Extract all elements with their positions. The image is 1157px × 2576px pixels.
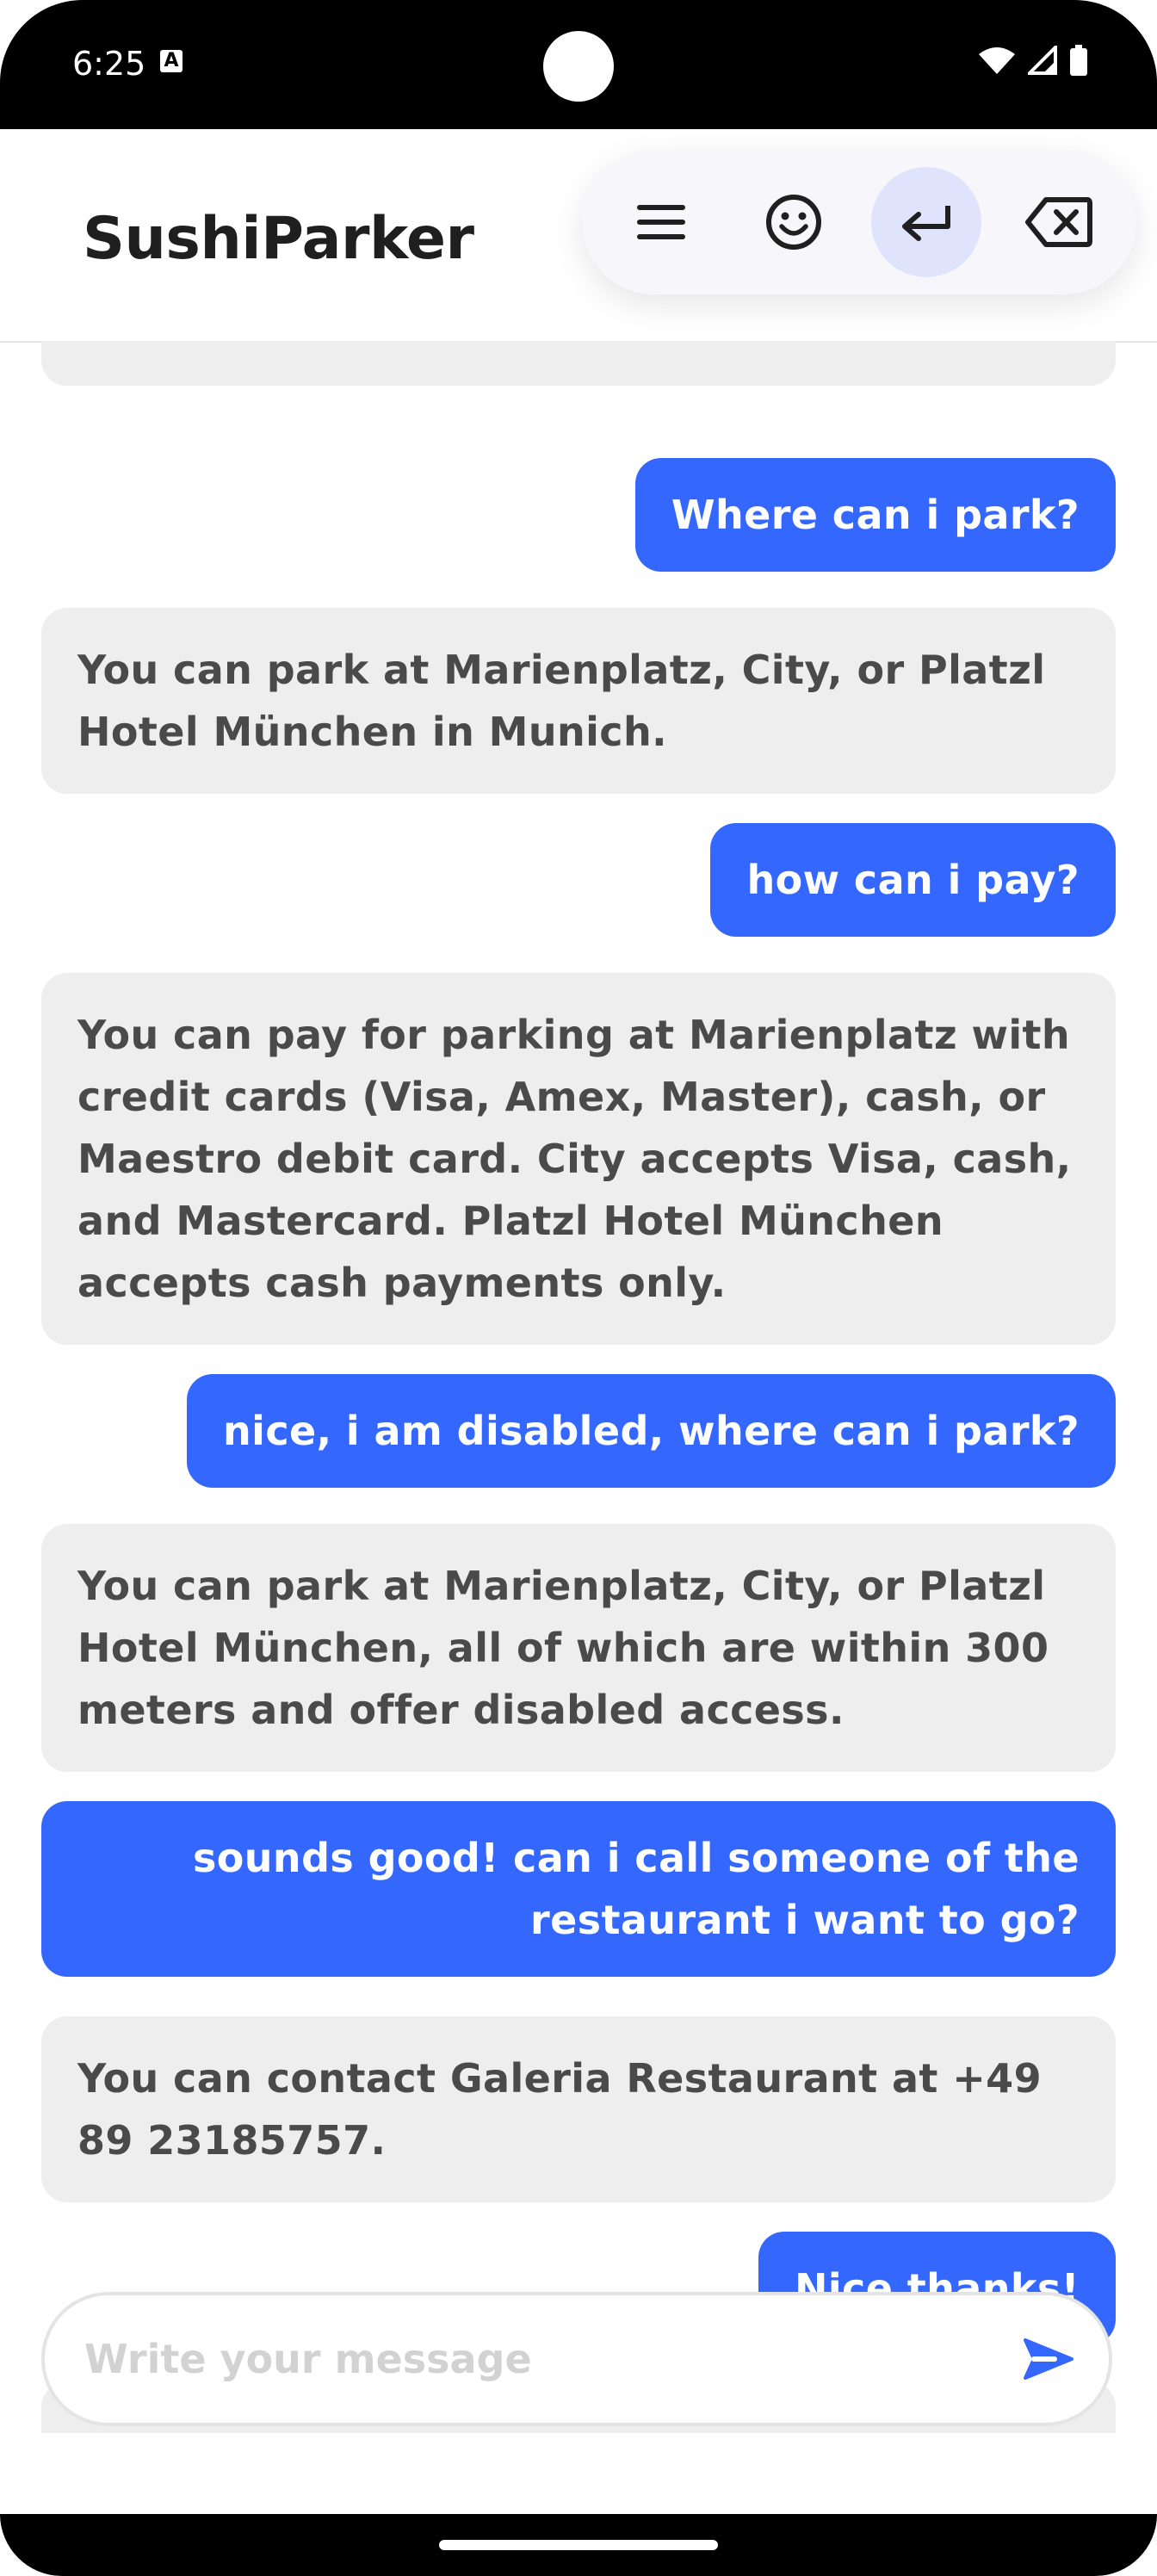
navigation-bar: [0, 2514, 1157, 2576]
send-icon: [1024, 2338, 1073, 2380]
enter-icon: [902, 206, 950, 241]
keyboard-toolbar: [582, 150, 1136, 294]
status-bar: 6:25 A: [0, 0, 1157, 129]
menu-button[interactable]: [606, 167, 716, 277]
bot-message: You can park at Marienplatz, City, or Pl…: [41, 1524, 1116, 1772]
app-title: SushiParker: [83, 205, 474, 273]
backspace-icon: [1025, 197, 1092, 247]
app-bar: SushiParker: [0, 129, 1157, 343]
enter-button[interactable]: [871, 167, 981, 277]
bottom-spacer: [0, 2433, 1157, 2514]
user-message: how can i pay?: [710, 823, 1116, 937]
status-icons: [978, 43, 1088, 77]
user-message: nice, i am disabled, where can i park?: [187, 1374, 1116, 1488]
backspace-button[interactable]: [1004, 167, 1114, 277]
battery-icon: [1070, 45, 1087, 76]
chat-message-list[interactable]: Where can i park? You can park at Marien…: [0, 341, 1157, 2433]
notification-icon: A: [160, 50, 183, 72]
emoji-button[interactable]: [739, 167, 849, 277]
menu-icon: [637, 205, 685, 239]
send-button[interactable]: [1018, 2331, 1080, 2387]
bot-message: You can park at Marienplatz, City, or Pl…: [41, 608, 1116, 794]
user-message: sounds good! can i call someone of the r…: [41, 1801, 1116, 1977]
message-composer: [41, 2292, 1112, 2426]
wifi-icon: [979, 47, 1015, 74]
message-input[interactable]: [83, 2335, 964, 2383]
user-message: Where can i park?: [634, 458, 1116, 572]
emoji-icon: [766, 195, 821, 250]
cellular-signal-icon: [1028, 46, 1057, 75]
bot-message: You can pay for parking at Marienplatz w…: [41, 973, 1116, 1345]
status-time: 6:25: [72, 45, 146, 83]
home-gesture-handle[interactable]: [439, 2540, 718, 2550]
camera-cutout: [543, 31, 614, 102]
bot-message-partial: [41, 341, 1116, 386]
bot-message: You can contact Galeria Restaurant at +4…: [41, 2016, 1116, 2202]
